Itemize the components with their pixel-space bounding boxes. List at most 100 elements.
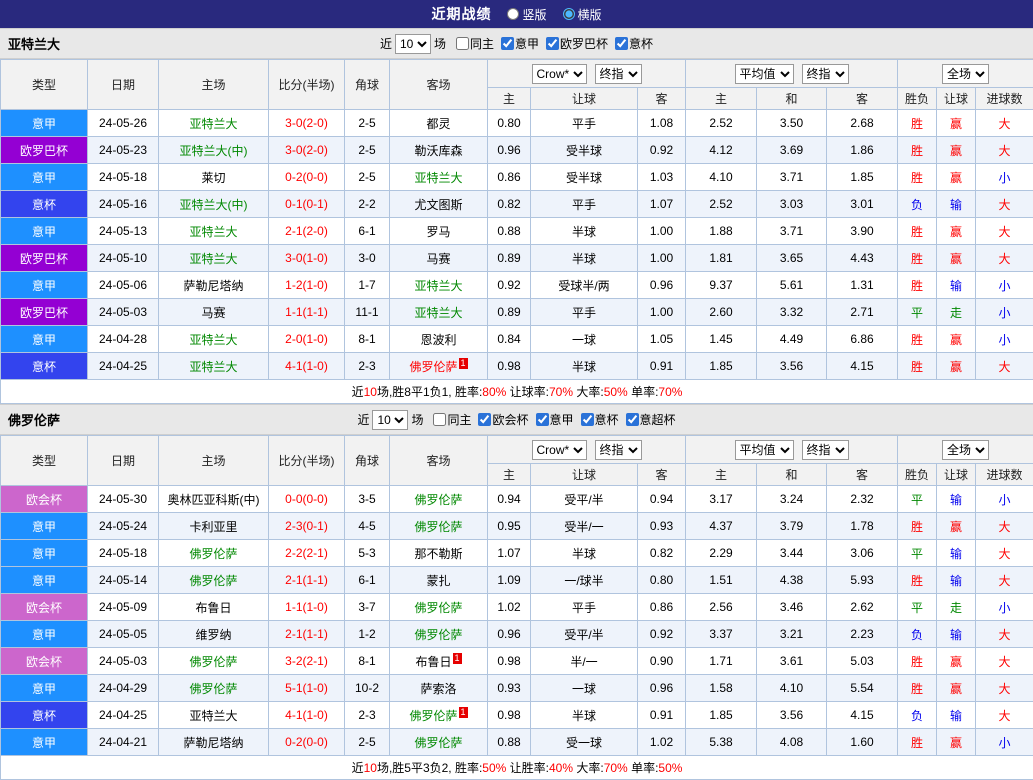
match-date: 24-04-25 — [88, 702, 159, 729]
home-odds: 1.02 — [488, 594, 531, 621]
result-wdl: 胜 — [898, 137, 937, 164]
filter-checkbox-意甲[interactable] — [501, 37, 514, 50]
avg-away-odds: 2.32 — [827, 486, 898, 513]
scope-select[interactable]: 全场 — [942, 440, 989, 460]
summary-segment: 让球率: — [506, 385, 549, 399]
horizontal-radio[interactable] — [563, 8, 575, 20]
corner-score: 1-7 — [345, 272, 390, 299]
col-avg-away: 客 — [827, 88, 898, 110]
result-wdl: 胜 — [898, 164, 937, 191]
home-odds: 0.89 — [488, 299, 531, 326]
away-odds: 1.00 — [638, 245, 686, 272]
home-team: 亚特兰大 — [159, 326, 269, 353]
filter-checkbox-意甲[interactable] — [536, 413, 549, 426]
filter-欧会杯[interactable]: 欧会杯 — [471, 411, 528, 428]
league-badge: 意甲 — [1, 110, 88, 137]
result-handicap: 赢 — [937, 137, 976, 164]
home-team-name: 亚特兰大 — [189, 709, 237, 723]
filter-checkbox-意杯[interactable] — [581, 413, 594, 426]
away-team: 佛罗伦萨 — [390, 594, 488, 621]
league-badge: 意杯 — [1, 353, 88, 380]
away-team: 佛罗伦萨 — [390, 621, 488, 648]
avg-time-select[interactable]: 终指 — [802, 64, 849, 84]
result-handicap: 赢 — [937, 110, 976, 137]
corner-score: 2-2 — [345, 191, 390, 218]
home-team: 佛罗伦萨 — [159, 648, 269, 675]
recent-label: 近 — [357, 411, 369, 428]
filter-意杯[interactable]: 意杯 — [608, 35, 653, 52]
filter-checkbox-欧会杯[interactable] — [478, 413, 491, 426]
filter-同主[interactable]: 同主 — [449, 35, 494, 52]
filter-checkbox-欧罗巴杯[interactable] — [546, 37, 559, 50]
filter-意超杯[interactable]: 意超杯 — [619, 411, 676, 428]
odds-time-select[interactable]: 终指 — [595, 440, 642, 460]
avg-select[interactable]: 平均值 — [735, 440, 794, 460]
home-team-name: 莱切 — [201, 171, 225, 185]
avg-away-odds: 3.06 — [827, 540, 898, 567]
handicap-line: 平手 — [531, 110, 638, 137]
filter-同主[interactable]: 同主 — [426, 411, 471, 428]
match-date: 24-05-16 — [88, 191, 159, 218]
recent-label: 近 — [380, 35, 392, 52]
filter-label: 同主 — [447, 411, 471, 428]
result-goals: 大 — [976, 675, 1033, 702]
avg-draw-odds: 4.10 — [757, 675, 827, 702]
filter-checkbox-同主[interactable] — [456, 37, 469, 50]
avg-draw-odds: 3.50 — [757, 110, 827, 137]
corner-score: 8-1 — [345, 326, 390, 353]
match-row: 欧罗巴杯24-05-03马赛1-1(1-1)11-1亚特兰大0.89平手1.00… — [1, 299, 1033, 326]
away-team-name: 佛罗伦萨 — [409, 709, 457, 723]
match-row: 欧罗巴杯24-05-10亚特兰大3-0(1-0)3-0马赛0.89半球1.001… — [1, 245, 1033, 272]
filter-checkbox-同主[interactable] — [433, 413, 446, 426]
home-odds: 1.09 — [488, 567, 531, 594]
match-date: 24-04-29 — [88, 675, 159, 702]
result-handicap: 赢 — [937, 729, 976, 756]
scope-select[interactable]: 全场 — [942, 64, 989, 84]
away-team-name: 佛罗伦萨 — [414, 493, 462, 507]
layout-radio-vertical[interactable]: 竖版 — [507, 6, 546, 23]
filter-意杯[interactable]: 意杯 — [574, 411, 619, 428]
avg-time-select[interactable]: 终指 — [802, 440, 849, 460]
avg-away-odds: 3.01 — [827, 191, 898, 218]
avg-away-odds: 1.86 — [827, 137, 898, 164]
layout-radio-horizontal[interactable]: 横版 — [563, 6, 602, 23]
result-handicap: 赢 — [937, 353, 976, 380]
filter-checkbox-意杯[interactable] — [615, 37, 628, 50]
avg-away-odds: 1.85 — [827, 164, 898, 191]
col-res-goals: 进球数 — [976, 88, 1033, 110]
league-badge: 欧会杯 — [1, 648, 88, 675]
result-scope-header: 全场 — [898, 436, 1033, 464]
away-team-name: 萨索洛 — [420, 682, 456, 696]
filter-checkbox-意超杯[interactable] — [626, 413, 639, 426]
home-team-name: 萨勒尼塔纳 — [183, 279, 243, 293]
avg-draw-odds: 3.61 — [757, 648, 827, 675]
vertical-radio[interactable] — [507, 8, 519, 20]
handicap-line: 一球 — [531, 326, 638, 353]
avg-home-odds: 9.37 — [686, 272, 757, 299]
odds-time-select[interactable]: 终指 — [595, 64, 642, 84]
avg-draw-odds: 3.03 — [757, 191, 827, 218]
filter-意甲[interactable]: 意甲 — [529, 411, 574, 428]
avg-draw-odds: 5.61 — [757, 272, 827, 299]
league-badge: 意甲 — [1, 621, 88, 648]
odds-company-select[interactable]: Crow* — [532, 440, 587, 460]
away-team: 罗马 — [390, 218, 488, 245]
filter-意甲[interactable]: 意甲 — [494, 35, 539, 52]
recent-count-select[interactable]: 10 — [372, 410, 408, 430]
recent-count-select[interactable]: 10 — [395, 34, 431, 54]
away-odds: 0.86 — [638, 594, 686, 621]
corner-score: 2-5 — [345, 164, 390, 191]
match-score: 2-0(1-0) — [269, 326, 345, 353]
home-team: 亚特兰大 — [159, 353, 269, 380]
league-badge: 欧会杯 — [1, 486, 88, 513]
odds-company-select[interactable]: Crow* — [532, 64, 587, 84]
match-date: 24-05-23 — [88, 137, 159, 164]
result-goals: 大 — [976, 648, 1033, 675]
match-row: 欧罗巴杯24-05-23亚特兰大(中)3-0(2-0)2-5勒沃库森0.96受半… — [1, 137, 1033, 164]
away-team: 佛罗伦萨 — [390, 513, 488, 540]
home-team-name: 佛罗伦萨 — [189, 547, 237, 561]
avg-select[interactable]: 平均值 — [735, 64, 794, 84]
filter-欧罗巴杯[interactable]: 欧罗巴杯 — [539, 35, 608, 52]
filter-label: 同主 — [470, 35, 494, 52]
avg-home-odds: 1.71 — [686, 648, 757, 675]
